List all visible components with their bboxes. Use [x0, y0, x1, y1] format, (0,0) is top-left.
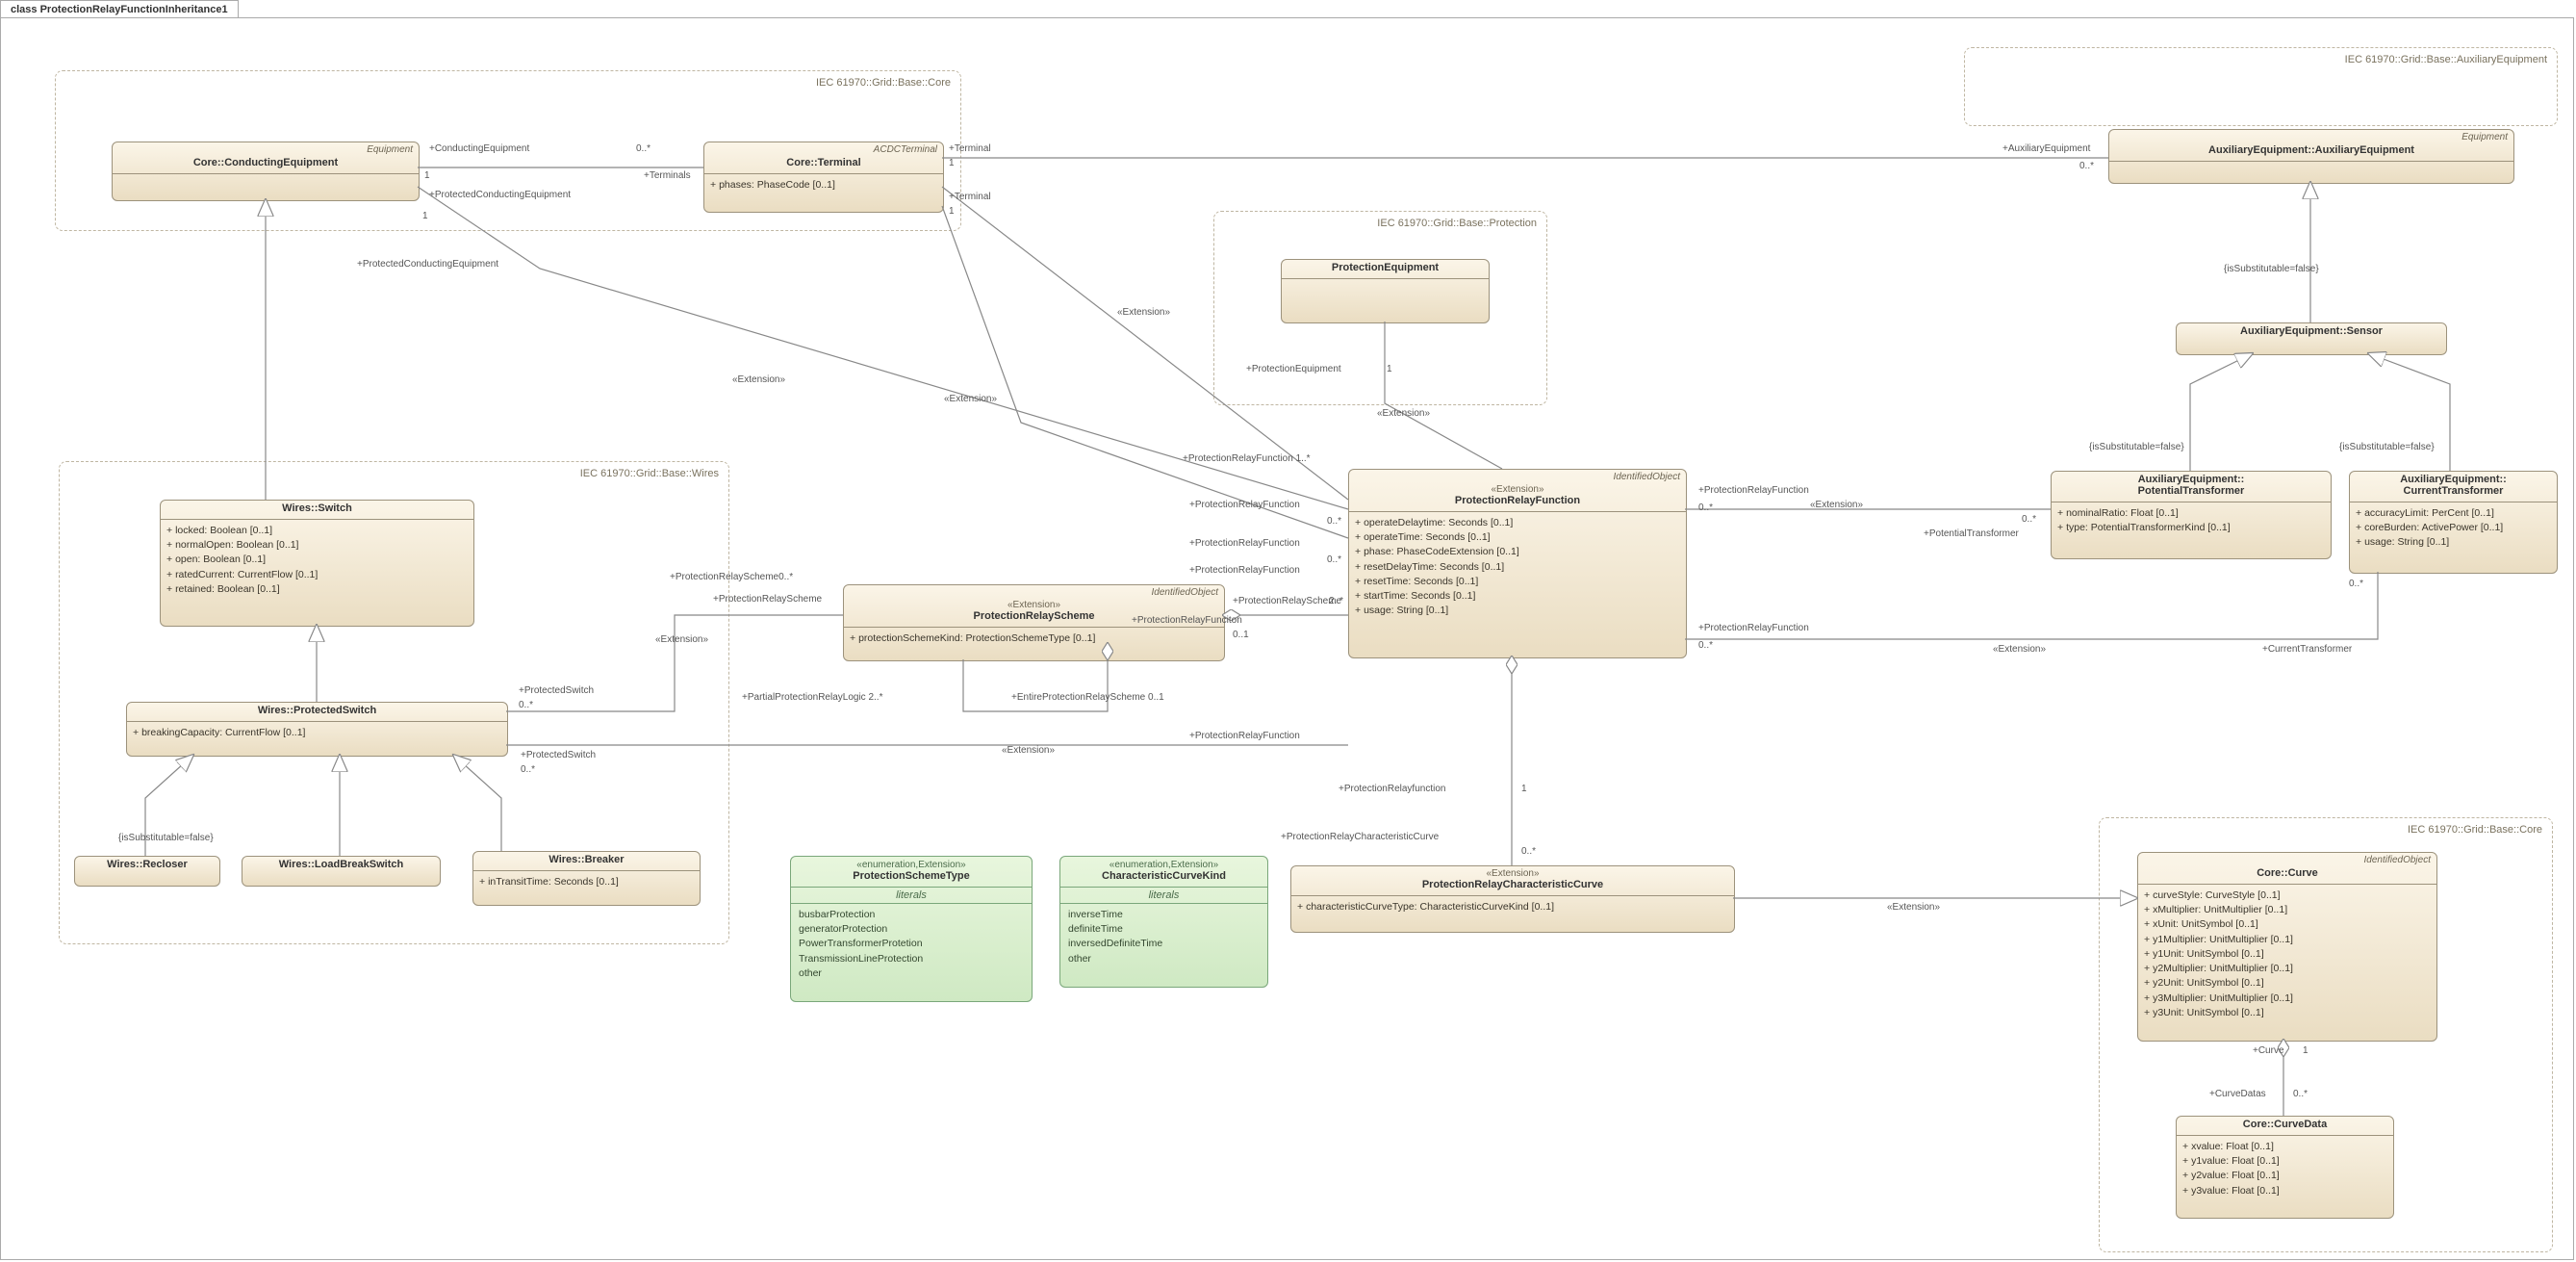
enum-protection-scheme-type: «enumeration,Extension»ProtectionSchemeT…: [790, 856, 1033, 1002]
class-protected-switch: Wires::ProtectedSwitch breakingCapacity:…: [126, 702, 508, 757]
class-aux-equipment: Equipment AuxiliaryEquipment::AuxiliaryE…: [2108, 129, 2514, 184]
package-aux: IEC 61970::Grid::Base::AuxiliaryEquipmen…: [1964, 47, 2558, 126]
class-loadbreakswitch: Wires::LoadBreakSwitch: [242, 856, 441, 887]
class-conducting-equipment: Equipment Core::ConductingEquipment: [112, 142, 420, 201]
class-recloser: Wires::Recloser: [74, 856, 220, 887]
class-potential-transformer: AuxiliaryEquipment:: PotentialTransforme…: [2051, 471, 2332, 559]
diagram-title: class ProtectionRelayFunctionInheritance…: [0, 0, 239, 18]
diagram-frame: IEC 61970::Grid::Base::Core IEC 61970::G…: [0, 17, 2574, 1260]
diagram-canvas: class ProtectionRelayFunctionInheritance…: [0, 0, 2576, 1262]
class-protection-relay-function: IdentifiedObject «Extension»ProtectionRe…: [1348, 469, 1687, 658]
class-prcc: «Extension»ProtectionRelayCharacteristic…: [1290, 865, 1735, 933]
class-terminal: ACDCTerminal Core::Terminal phases: Phas…: [703, 142, 944, 213]
class-switch: Wires::Switch locked: Boolean [0..1] nor…: [160, 500, 474, 627]
class-sensor: AuxiliaryEquipment::Sensor: [2176, 322, 2447, 355]
class-protection-equipment: ProtectionEquipment: [1281, 259, 1490, 323]
enum-characteristic-curve-kind: «enumeration,Extension»CharacteristicCur…: [1059, 856, 1268, 988]
class-breaker: Wires::Breaker inTransitTime: Seconds [0…: [472, 851, 701, 906]
class-curve: IdentifiedObject Core::Curve curveStyle:…: [2137, 852, 2437, 1042]
class-current-transformer: AuxiliaryEquipment:: CurrentTransformer …: [2349, 471, 2558, 574]
class-curve-data: Core::CurveData xvalue: Float [0..1] y1v…: [2176, 1116, 2394, 1219]
